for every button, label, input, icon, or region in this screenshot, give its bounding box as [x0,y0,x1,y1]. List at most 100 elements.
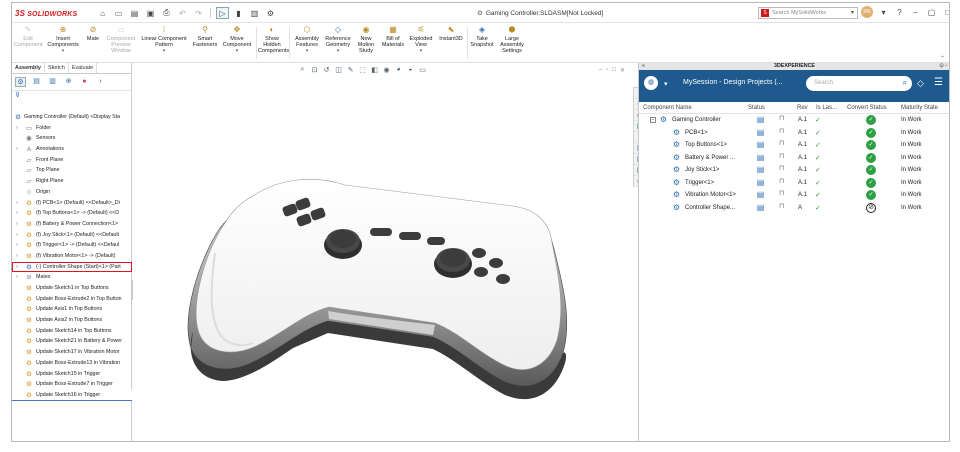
table-row[interactable]: − ⚙ Gaming Controller ▤ ⊓ A.1 ✓ ✓ In Work [639,114,949,127]
table-row[interactable]: ⚙ Vibration Motor<1> ▤ ⊓ A.1 ✓ ✓ In Work [639,189,949,202]
tree-item[interactable]: › ⚙ (f) Top Buttons<1> -> (Default) <<D [12,208,132,219]
table-row[interactable]: ⚙ Top Buttons<1> ▤ ⊓ A.1 ✓ ✓ In Work [639,139,949,152]
search-mysolidworks-input[interactable]: S Search MySolidWorks ▾ [758,7,858,19]
redo-icon[interactable]: ↷ [192,7,205,19]
bill-of-materials-button[interactable]: ▦ Bill of Materials [380,25,406,48]
take-snapshot-button[interactable]: ◈ Take Snapshot [469,25,495,48]
table-row[interactable]: ⚙ Controller Shape... ▤ ⊓ A ✓ ⊘ In Work [639,202,949,215]
tree-feature-item[interactable]: ⚙ Update Boss-Extrude13 in Vibration [12,358,132,369]
save-icon[interactable]: ▣ [144,7,157,19]
tab-sketch[interactable]: Sketch [45,63,69,73]
tree-feature-item[interactable]: ⚙ Update Sketch1 in Top Buttons [12,283,132,294]
tree-item[interactable]: › ⚙ (-) Controller Shape (Start)<1> (Part [12,261,132,273]
column-rev[interactable]: Rev [797,105,808,111]
lock-icon[interactable]: ⊓ [779,152,784,160]
tree-item[interactable]: › ▭ Folder [12,123,132,134]
column-maturity-state[interactable]: Maturity State [901,105,938,111]
tree-item[interactable]: ⊹ Origin [12,187,132,198]
tree-item[interactable]: › ⚙ (f) Vibration Motor<1> -> (Default) [12,251,132,262]
maximize-icon[interactable]: □ [942,8,949,17]
undo-icon[interactable]: ↶ [176,7,189,19]
tree-feature-item[interactable]: ⚙ Update Boss-Extrude7 in Trigger [12,379,132,390]
property-manager-icon[interactable]: ▤ [31,77,42,87]
linear-component-pattern-button[interactable]: ⁞ Linear Component Pattern ▾ [140,25,188,54]
lock-icon[interactable]: ⊓ [779,177,784,185]
compass-icon[interactable]: ◍ [644,76,658,90]
tree-item[interactable]: › ⚙ (f) Joy Stick<1> (Default) <<Default [12,230,132,241]
search-input[interactable]: Search ⌕ [806,76,912,91]
column-convert-status[interactable]: Convert Status [847,105,887,111]
tree-feature-item[interactable]: ⚙ Update Sketch21 in Battery & Power [12,336,132,347]
print-icon[interactable]: ⎙ [160,7,173,19]
tree-item[interactable]: ▱ Right Plane [12,176,132,187]
tree-item[interactable]: › ⚙ (f) PCB<1> (Default) <<Default>_Di [12,198,132,209]
tree-item[interactable]: ◉ Sensors [12,133,132,144]
expand-chevron-icon[interactable]: › [16,240,18,251]
tag-icon[interactable]: ◇ [917,78,924,89]
options-gear-icon[interactable]: ⚙ [264,7,277,19]
open-file-icon[interactable]: ▤ [128,7,141,19]
tree-feature-item[interactable]: ⚙ Update Axis1 in Top Buttons [12,304,132,315]
lock-icon[interactable]: ⊓ [779,139,784,147]
table-row[interactable]: ⚙ Joy Stick<1> ▤ ⊓ A.1 ✓ ✓ In Work [639,164,949,177]
file-properties-icon[interactable]: ▥ [248,7,261,19]
tree-item[interactable]: ⚙ Gaming Controller (Default) <Display St… [12,112,132,123]
column-status[interactable]: Status [748,105,765,111]
table-row[interactable]: ⚙ PCB<1> ▤ ⊓ A.1 ✓ ✓ In Work [639,127,949,140]
search-icon[interactable]: ⌕ [903,78,907,88]
collapse-icon[interactable]: − [650,117,656,123]
avatar[interactable]: RN [861,6,873,18]
tree-feature-item[interactable]: ⚙ Update Sketch14 in Top Buttons [12,326,132,337]
tree-feature-item[interactable]: ⚙ Update Axis2 in Top Buttons [12,315,132,326]
table-row[interactable]: ⚙ Battery & Power ... ▤ ⊓ A.1 ✓ ✓ In Work [639,152,949,165]
column-component-name[interactable]: Component Name [643,105,692,111]
show-hidden-components-button[interactable]: ◐ Show Hidden Components [258,25,289,54]
graphics-area[interactable]: ⌕ ⊡ ↺ ◫ ✎ ⬚ ◧ ◉ ◕ ◒ ▭ – ▫ □ ✕ [133,63,631,442]
lock-icon[interactable]: ⊓ [779,114,784,122]
configuration-manager-icon[interactable]: ▥ [47,77,58,87]
component-preview-window-button[interactable]: ▭ Component Preview Window [104,25,138,54]
chevron-down-icon[interactable]: ▾ [878,8,889,17]
filter-icon[interactable]: ⊽ [12,91,131,100]
tree-feature-item[interactable]: ⚙ Update Boss-Extrude2 in Top Button [12,294,132,305]
large-assembly-settings-button[interactable]: ⬢ Large Assembly Settings [497,25,527,54]
expand-chevron-icon[interactable]: › [16,251,18,262]
move-component-button[interactable]: ✥ Move Component ▾ [220,25,254,54]
controller-3d-model[interactable] [133,63,631,442]
expand-chevron-icon[interactable]: › [16,144,18,155]
minimize-icon[interactable]: – [910,8,921,17]
chevron-down-icon[interactable]: ▾ [851,9,854,16]
display-manager-icon[interactable]: ● [79,77,90,87]
tab-evaluate[interactable]: Evaluate [69,63,98,73]
restore-icon[interactable]: ▢ [926,8,937,17]
expand-chevron-icon[interactable]: › [16,230,18,241]
tree-item[interactable]: › ⚙ (f) Battery & Power Connection<1> [12,219,132,230]
smart-fasteners-button[interactable]: ⚲ Smart Fasteners [190,25,220,48]
collapse-ribbon-icon[interactable]: ⌃ [940,55,945,62]
menu-icon[interactable]: ☰ [934,77,943,88]
lock-icon[interactable]: ⊓ [779,127,784,135]
tree-item[interactable]: › ⚙ (f) Trigger<1> -> (Default) <<Defaul [12,240,132,251]
lock-icon[interactable]: ⊓ [779,202,784,210]
home-icon[interactable]: ⌂ [96,7,109,19]
tree-feature-item[interactable]: ⚙ Update Sketch16 in Trigger [12,389,132,401]
insert-components-button[interactable]: ⊕ Insert Components ▾ [46,25,80,54]
pin-icon[interactable]: ⊙ ▫ [939,63,947,70]
new-motion-study-button[interactable]: ◉ New Motion Study [354,25,378,54]
chevron-right-icon[interactable]: › [95,77,106,87]
select-pointer-icon[interactable]: ▷ [216,7,229,19]
expand-chevron-icon[interactable]: › [16,219,18,230]
tree-item[interactable]: › A Annotations [12,144,132,155]
tree-item[interactable]: ▱ Top Plane [12,165,132,176]
feature-manager-icon[interactable]: ⚙ [15,77,26,87]
edit-component-button[interactable]: ✎ Edit Component [14,25,42,48]
reference-geometry-button[interactable]: ◇ Reference Geometry ▾ [323,25,353,54]
help-icon[interactable]: ? [894,8,905,17]
chevron-down-icon[interactable]: ▾ [664,80,668,88]
tab-assembly[interactable]: Assembly [12,63,45,73]
tree-item[interactable]: › ⊘ Mates [12,272,132,283]
lock-icon[interactable]: ⊓ [779,164,784,172]
column-is-last[interactable]: Is Las... [816,105,837,111]
session-selector[interactable]: MySession - Design Projects (... [683,79,783,86]
tree-feature-item[interactable]: ⚙ Update Sketch15 in Trigger [12,369,132,380]
